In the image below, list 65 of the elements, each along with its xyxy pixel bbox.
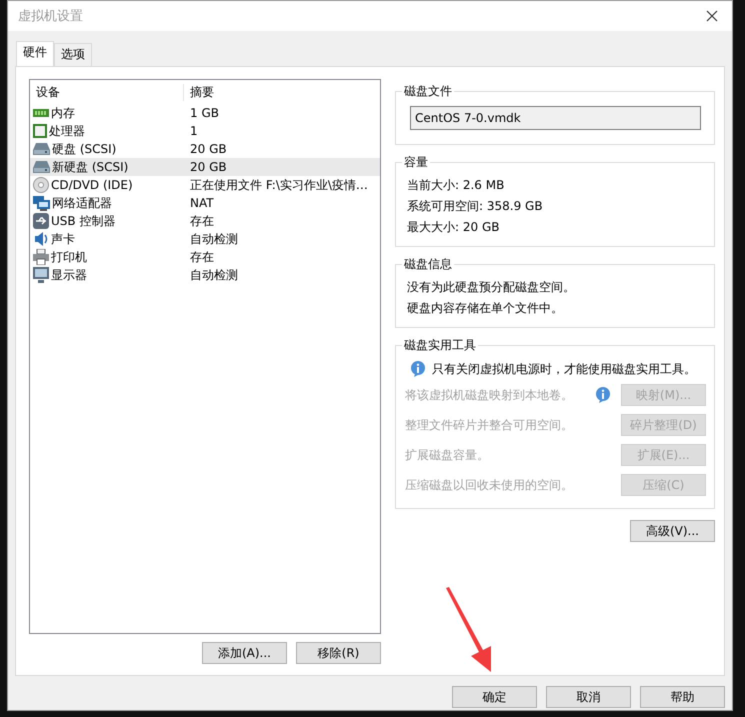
capacity-text: 当前大小: 2.6 MB (406, 177, 506, 194)
device-name: 硬盘 (SCSI) (52, 140, 116, 158)
network-icon (33, 196, 50, 210)
group-title: 容量 (403, 154, 429, 171)
device-name: 声卡 (51, 230, 75, 248)
device-summary: NAT (190, 196, 214, 210)
advanced-button[interactable]: 高级(V)... (630, 520, 715, 542)
device-row[interactable]: 声卡 自动检测 (30, 230, 380, 248)
usb-icon (33, 213, 49, 229)
device-row[interactable]: 处理器 1 (30, 122, 380, 140)
device-row[interactable]: 打印机 存在 (30, 248, 380, 266)
device-row[interactable]: 硬盘 (SCSI) 20 GB (30, 140, 380, 158)
device-row[interactable]: 新硬盘 (SCSI) 20 GB (30, 158, 380, 176)
device-summary: 1 GB (190, 106, 219, 120)
device-summary: 自动检测 (190, 268, 238, 282)
info-text: 硬盘内容存储在单个文件中。 (406, 300, 564, 317)
device-name: CD/DVD (IDE) (51, 178, 133, 192)
device-row[interactable]: 网络适配器 NAT (30, 194, 380, 212)
disc-icon (33, 177, 49, 193)
window-title: 虚拟机设置 (18, 8, 83, 25)
speaker-icon (33, 231, 49, 247)
device-name: 新硬盘 (SCSI) (52, 158, 128, 176)
device-row[interactable]: 显示器 自动检测 (30, 266, 380, 284)
device-name: 网络适配器 (52, 194, 112, 212)
memory-icon (33, 108, 49, 118)
disk-file-field[interactable]: CentOS 7-0.vmdk (410, 106, 701, 130)
capacity-text: 系统可用空间: 358.9 GB (406, 198, 544, 215)
device-summary: 20 GB (190, 142, 227, 156)
dialog-button[interactable]: 确定 (452, 686, 537, 708)
device-row[interactable]: CD/DVD (IDE) 正在使用文件 F:\实习作业\疫情… (30, 176, 380, 194)
dialog-button[interactable]: 取消 (546, 686, 631, 708)
info-icon (410, 361, 426, 377)
tab[interactable]: 硬件 (16, 41, 54, 66)
device-summary: 存在 (190, 214, 214, 228)
list-button[interactable]: 移除(R) (296, 642, 381, 664)
device-name: 显示器 (51, 266, 87, 284)
device-name: USB 控制器 (51, 212, 116, 230)
device-name: 处理器 (49, 122, 85, 140)
group-title: 磁盘文件 (403, 83, 453, 100)
device-summary: 自动检测 (190, 232, 238, 246)
group-title: 磁盘信息 (403, 256, 453, 273)
utility-label: 压缩磁盘以回收未使用的空间。 (405, 476, 574, 494)
printer-icon (33, 249, 49, 265)
device-summary: 存在 (190, 250, 214, 264)
device-summary: 20 GB (190, 160, 227, 174)
column-header: 摘要 (190, 84, 214, 98)
list-button[interactable]: 添加(A)... (202, 642, 287, 664)
chip-icon (33, 124, 47, 138)
device-summary: 正在使用文件 F:\实习作业\疫情… (190, 178, 368, 192)
monitor-icon (33, 267, 49, 283)
column-header: 设备 (36, 84, 60, 98)
group-title: 磁盘实用工具 (403, 337, 477, 354)
device-row[interactable]: 内存 1 GB (30, 104, 380, 122)
utility-label: 将该虚拟机磁盘映射到本地卷。 (405, 386, 574, 404)
dialog-button[interactable]: 帮助 (640, 686, 725, 708)
utility-label: 扩展磁盘容量。 (405, 446, 490, 464)
device-row[interactable]: USB 控制器 存在 (30, 212, 380, 230)
tab[interactable]: 选项 (54, 43, 92, 66)
utility-label: 整理文件碎片并整合可用空间。 (405, 416, 574, 434)
note-text: 只有关闭虚拟机电源时，才能使用磁盘实用工具。 (432, 360, 696, 378)
device-name: 内存 (51, 104, 75, 122)
capacity-text: 最大大小: 20 GB (406, 219, 500, 236)
device-summary: 1 (190, 124, 198, 138)
device-name: 打印机 (51, 248, 87, 266)
info-text: 没有为此硬盘预分配磁盘空间。 (406, 279, 576, 296)
